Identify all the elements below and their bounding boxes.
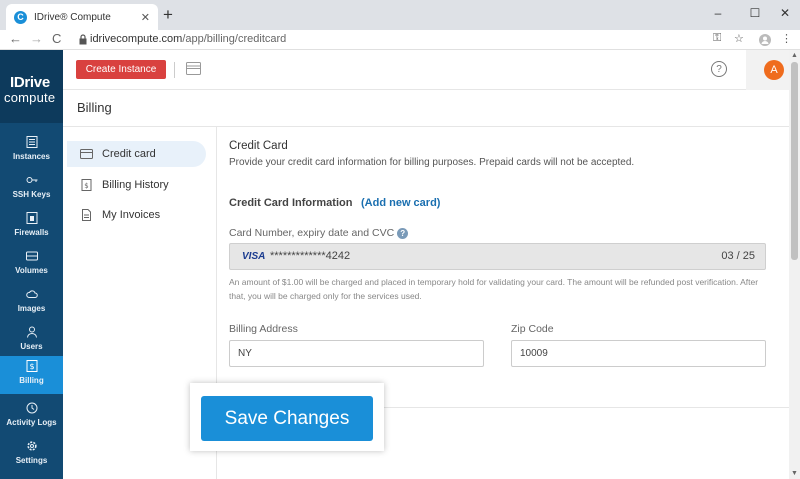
page-title: Billing [77, 100, 112, 115]
firewall-icon [26, 212, 38, 224]
sidebar-label: SSH Keys [12, 190, 51, 199]
header-divider [174, 62, 175, 78]
sidebar-item-ssh-keys[interactable]: SSH Keys [0, 170, 63, 208]
forward-arrow-icon[interactable]: → [30, 31, 43, 46]
address-bar: ← → C idrivecompute.com/app/billing/cred… [0, 30, 800, 50]
new-tab-button[interactable]: + [163, 6, 173, 24]
sidebar-item-settings[interactable]: Settings [0, 436, 63, 474]
scroll-up-arrow-icon[interactable]: ▲ [791, 52, 798, 59]
save-button-highlight: Save Changes [190, 383, 384, 451]
card-number-label: Card Number, expiry date and CVC ? [229, 227, 409, 239]
sidebar-item-instances[interactable]: Instances [0, 132, 63, 170]
save-changes-button[interactable]: Save Changes [201, 396, 373, 441]
url-domain: idrivecompute.com [90, 33, 183, 45]
card-number-label-text: Card Number, expiry date and CVC [229, 227, 395, 239]
sidebar-item-billing[interactable]: $ Billing [0, 356, 63, 394]
submenu-item-billing-history[interactable]: $ Billing History [67, 172, 206, 198]
url-path: /app/billing/creditcard [182, 33, 287, 45]
logo-product: compute [4, 90, 56, 105]
help-icon[interactable]: ? [711, 61, 727, 77]
submenu-item-my-invoices[interactable]: My Invoices [67, 202, 206, 228]
svg-text:$: $ [29, 362, 34, 371]
card-number-value: *************4242 [270, 250, 351, 262]
card-number-field[interactable]: VISA *************4242 03 / 25 [229, 243, 766, 270]
sidebar-label: Billing [19, 376, 44, 385]
scroll-down-arrow-icon[interactable]: ▼ [791, 470, 798, 477]
section-title: Credit Card [229, 140, 288, 152]
reload-icon[interactable]: C [52, 31, 61, 46]
create-instance-button[interactable]: Create Instance [76, 60, 166, 79]
gear-icon [27, 441, 37, 451]
credit-card-icon [80, 149, 93, 159]
sidebar-item-volumes[interactable]: Volumes [0, 246, 63, 284]
zip-code-label: Zip Code [511, 323, 554, 335]
page-scrollbar[interactable]: ▲ ▼ [789, 50, 800, 479]
sidebar-label: Firewalls [14, 228, 49, 237]
scrollbar-thumb[interactable] [791, 62, 798, 260]
add-new-card-link[interactable]: (Add new card) [361, 197, 440, 209]
billing-address-input[interactable] [229, 340, 484, 367]
browser-menu-icon[interactable]: ⋮ [781, 32, 792, 45]
document-dollar-icon: $ [81, 179, 92, 191]
idrive-compute-logo[interactable]: IDrive compute [0, 50, 63, 123]
sidebar-item-users[interactable]: Users [0, 322, 63, 360]
submenu-label: Billing History [102, 179, 169, 191]
sidebar-label: Activity Logs [6, 418, 57, 427]
tab-title: IDrive® Compute [34, 11, 111, 23]
credit-card-icon[interactable] [186, 62, 201, 75]
back-arrow-icon[interactable]: ← [9, 31, 22, 46]
app-sidebar: IDrive compute Instances SSH Keys Firewa… [0, 50, 63, 479]
close-window-button[interactable]: ✕ [770, 3, 800, 23]
key-icon [26, 177, 38, 183]
server-icon [26, 136, 38, 148]
section-description: Provide your credit card information for… [229, 157, 635, 168]
url-field[interactable]: idrivecompute.com/app/billing/creditcard [90, 33, 286, 45]
invoice-icon [82, 209, 91, 221]
zip-code-input[interactable] [511, 340, 766, 367]
maximize-button[interactable]: ☐ [740, 3, 770, 23]
cloud-icon [26, 290, 38, 298]
app-header: Create Instance ? A [63, 50, 800, 90]
sidebar-item-images[interactable]: Images [0, 284, 63, 322]
sidebar-label: Instances [13, 152, 50, 161]
billing-address-label: Billing Address [229, 323, 298, 335]
lock-icon [79, 34, 87, 45]
submenu-label: My Invoices [102, 209, 161, 221]
sidebar-item-activity-logs[interactable]: Activity Logs [0, 398, 63, 436]
browser-tab-bar: C IDrive® Compute ✕ + – ☐ ✕ [0, 0, 800, 30]
sidebar-label: Users [20, 342, 43, 351]
tab-close-icon[interactable]: ✕ [141, 11, 150, 24]
sidebar-label: Images [17, 304, 46, 313]
question-icon[interactable]: ? [397, 227, 409, 239]
submenu-label: Credit card [102, 148, 156, 160]
bookmark-star-icon[interactable]: ☆ [734, 32, 744, 45]
profile-icon[interactable] [759, 34, 771, 46]
page-title-bar: Billing [63, 90, 793, 127]
billing-icon: $ [26, 360, 38, 372]
browser-tab[interactable]: C IDrive® Compute ✕ [6, 4, 158, 30]
verification-note: An amount of $1.00 will be charged and p… [229, 277, 759, 301]
user-icon [27, 326, 37, 338]
minimize-button[interactable]: – [703, 3, 733, 23]
card-expiry-value: 03 / 25 [721, 250, 755, 262]
card-info-title: Credit Card Information [229, 197, 353, 209]
sidebar-label: Volumes [15, 266, 48, 275]
sidebar-item-firewalls[interactable]: Firewalls [0, 208, 63, 246]
visa-logo-icon: VISA [242, 251, 266, 262]
logo-brand: IDrive [10, 74, 50, 91]
sidebar-label: Settings [15, 456, 48, 465]
svg-text:$: $ [84, 182, 88, 190]
key-icon[interactable]: ⚿ [713, 32, 721, 45]
idrive-favicon-icon: C [14, 10, 27, 24]
avatar: A [764, 60, 784, 80]
submenu-item-credit-card[interactable]: Credit card [67, 141, 206, 167]
history-icon [26, 402, 38, 414]
drive-icon [26, 251, 38, 261]
